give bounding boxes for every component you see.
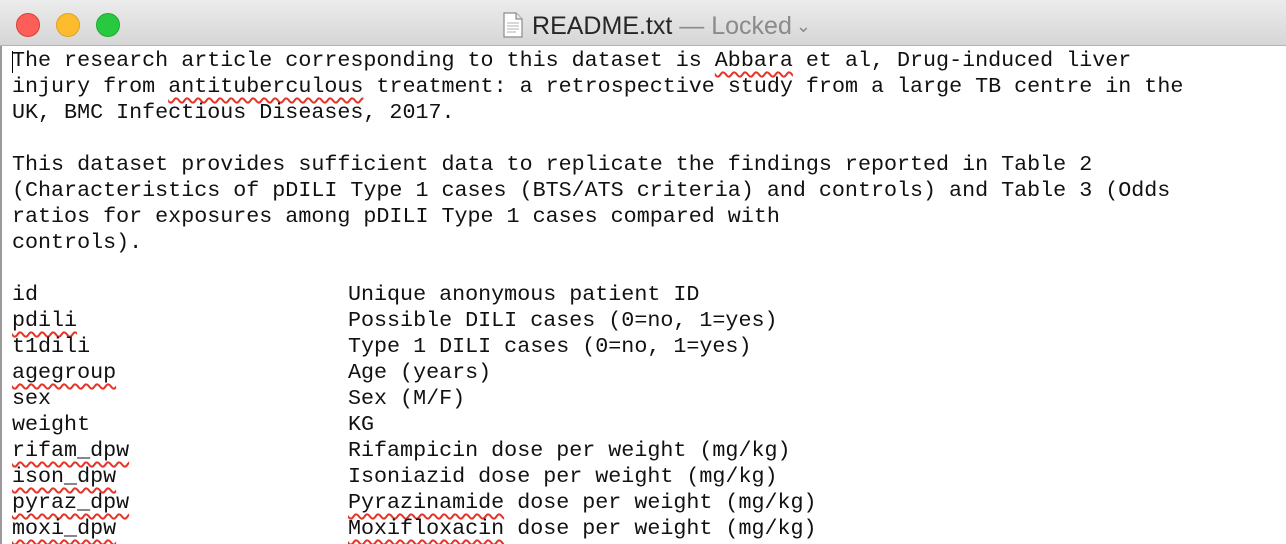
text-document-icon — [503, 12, 523, 46]
variable-name-cell: agegroup — [12, 360, 348, 386]
variable-row: rifam_dpw Rifampicin dose per weight (mg/… — [12, 438, 1274, 464]
variable-row: sex Sex (M/F) — [12, 386, 1274, 412]
variable-name-cell: id — [12, 282, 348, 308]
variable-description: KG — [348, 412, 374, 437]
variable-name-cell: pdili — [12, 308, 348, 334]
variable-name: id — [12, 282, 39, 307]
variable-row: weight KG — [12, 412, 1274, 438]
variable-name: pyraz_dpw — [12, 490, 130, 515]
variable-row: pdili Possible DILI cases (0=no, 1=yes) — [12, 308, 1274, 334]
variable-description: Isoniazid dose per weight (mg/kg) — [348, 464, 777, 489]
misspelled-word: antituberculous — [168, 74, 364, 99]
text-run: injury from — [12, 74, 169, 99]
editor-left-border — [0, 46, 2, 544]
text-line: The research article corresponding to th… — [12, 48, 1274, 74]
misspelled-word: Moxifloxacin — [348, 516, 505, 541]
text-run: dose per weight (mg/kg) — [504, 516, 817, 541]
misspelled-word: Pyrazinamide — [348, 490, 505, 515]
text-line: ratios for exposures among pDILI Type 1 … — [12, 204, 1274, 230]
variable-name: weight — [12, 412, 91, 437]
title-separator: — — [672, 12, 712, 40]
text-run: Age (years) — [348, 360, 492, 385]
variable-name-cell: rifam_dpw — [12, 438, 348, 464]
variable-name: ison_dpw — [12, 464, 117, 489]
variable-name: pdili — [12, 308, 78, 333]
variable-description: Rifampicin dose per weight (mg/kg) — [348, 438, 791, 463]
window-title[interactable]: README.txt — Locked ⌄ — [503, 10, 811, 46]
text-line: (Characteristics of pDILI Type 1 cases (… — [12, 178, 1274, 204]
text-run: treatment: a retrospective study from a … — [363, 74, 1184, 99]
text-run: The research article corresponding to th… — [12, 48, 715, 73]
variable-row: id Unique anonymous patient ID — [12, 282, 1274, 308]
variable-description: Unique anonymous patient ID — [348, 282, 699, 307]
variable-description: Moxifloxacin dose per weight (mg/kg) — [348, 516, 817, 541]
document-text[interactable]: The research article corresponding to th… — [12, 48, 1274, 542]
variable-name-cell: ison_dpw — [12, 464, 348, 490]
text-line: controls). — [12, 230, 1274, 256]
text-run: This dataset provides sufficient data to… — [12, 152, 1093, 177]
variable-name: sex — [12, 386, 52, 411]
text-run: Isoniazid dose per weight (mg/kg) — [348, 464, 778, 489]
variable-description: Type 1 DILI cases (0=no, 1=yes) — [348, 334, 751, 359]
title-bar[interactable]: README.txt — Locked ⌄ — [0, 0, 1286, 46]
text-run: (Characteristics of pDILI Type 1 cases (… — [12, 178, 1171, 203]
text-run: dose per weight (mg/kg) — [504, 490, 817, 515]
text-line: injury from antituberculous treatment: a… — [12, 74, 1274, 100]
text-editor[interactable]: The research article corresponding to th… — [0, 46, 1286, 544]
variable-description: Possible DILI cases (0=no, 1=yes) — [348, 308, 777, 333]
text-run: Possible DILI cases (0=no, 1=yes) — [348, 308, 778, 333]
text-run: Unique anonymous patient ID — [348, 282, 700, 307]
variable-name-cell: t1dili — [12, 334, 348, 360]
chevron-down-icon[interactable]: ⌄ — [796, 16, 811, 36]
variable-row: moxi_dpw Moxifloxacin dose per weight (mg… — [12, 516, 1274, 542]
lock-status: Locked — [711, 12, 792, 40]
text-run: Type 1 DILI cases (0=no, 1=yes) — [348, 334, 752, 359]
text-line: UK, BMC Infectious Diseases, 2017. — [12, 100, 1274, 126]
text-caret — [12, 51, 13, 73]
variable-name-cell: weight — [12, 412, 348, 438]
variable-description: Age (years) — [348, 360, 491, 385]
window-title-area: README.txt — Locked ⌄ — [0, 10, 1286, 46]
variable-row: t1dili Type 1 DILI cases (0=no, 1=yes) — [12, 334, 1274, 360]
variable-name: agegroup — [12, 360, 117, 385]
text-run: Sex (M/F) — [348, 386, 466, 411]
variable-name: t1dili — [12, 334, 91, 359]
variable-row: pyraz_dpw Pyrazinamide dose per weight (m… — [12, 490, 1274, 516]
variable-description: Pyrazinamide dose per weight (mg/kg) — [348, 490, 817, 515]
text-line: This dataset provides sufficient data to… — [12, 152, 1274, 178]
variable-name-cell: moxi_dpw — [12, 516, 348, 542]
variable-row: ison_dpw Isoniazid dose per weight (mg/kg… — [12, 464, 1274, 490]
document-name: README.txt — [532, 12, 673, 40]
misspelled-word: Abbara — [714, 48, 793, 73]
text-run: UK, BMC Infectious Diseases, 2017. — [12, 100, 455, 125]
variable-name-cell: sex — [12, 386, 348, 412]
textedit-window: README.txt — Locked ⌄ The research articl… — [0, 0, 1286, 544]
text-run: et al, Drug-induced liver — [792, 48, 1132, 73]
text-run: KG — [348, 412, 375, 437]
variable-name: moxi_dpw — [12, 516, 117, 541]
variable-description: Sex (M/F) — [348, 386, 465, 411]
variable-row: agegroup Age (years) — [12, 360, 1274, 386]
text-run: controls). — [12, 230, 143, 255]
text-run: Rifampicin dose per weight (mg/kg) — [348, 438, 791, 463]
variable-name-cell: pyraz_dpw — [12, 490, 348, 516]
text-run: ratios for exposures among pDILI Type 1 … — [12, 204, 780, 229]
variable-name: rifam_dpw — [12, 438, 130, 463]
